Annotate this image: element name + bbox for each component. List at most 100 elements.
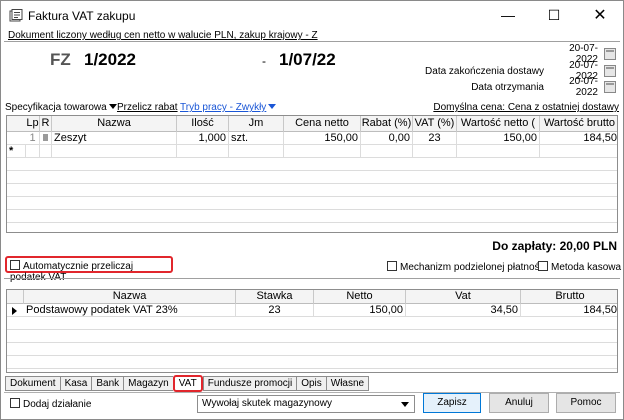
empty-cell[interactable] <box>229 145 284 158</box>
name-cell[interactable]: Zeszyt <box>52 132 177 145</box>
empty-cell[interactable] <box>26 145 40 158</box>
document-number-suffix[interactable]: 1/07/22 <box>279 50 336 70</box>
column-header[interactable]: Lp <box>26 116 40 132</box>
tab-dokument[interactable]: Dokument <box>5 376 60 391</box>
maximize-button[interactable]: ☐ <box>531 1 577 30</box>
gross-value-cell[interactable]: 184,50 <box>540 132 617 145</box>
vat-net-cell[interactable]: 150,00 <box>314 304 406 317</box>
work-mode-label: Tryb pracy - Zwykły <box>180 102 267 113</box>
close-button[interactable]: ✕ <box>577 1 623 30</box>
new-row[interactable]: * <box>7 145 617 158</box>
document-number[interactable]: 1/2022 <box>84 50 136 70</box>
header-spacer <box>7 116 26 132</box>
empty-cell[interactable] <box>52 145 177 158</box>
items-table[interactable]: Lp R Nazwa Ilość Jm Cena netto Rabat (%)… <box>6 115 618 233</box>
add-action-checkbox[interactable]: Dodaj działanie <box>10 398 91 410</box>
column-header[interactable]: Cena netto <box>284 116 361 132</box>
number-separator: - <box>262 54 266 68</box>
tab-wlasne[interactable]: Własne <box>325 376 370 391</box>
calendar-icon[interactable] <box>604 65 616 77</box>
add-action-label: Dodaj działanie <box>23 399 92 410</box>
vat-gross-cell[interactable]: 184,50 <box>521 304 617 317</box>
split-payment-checkbox[interactable]: Mechanizm podzielonej płatności <box>387 261 547 273</box>
spec-dropdown[interactable]: Specyfikacja towarowa <box>5 102 117 113</box>
empty-row <box>7 317 617 330</box>
column-header[interactable]: Brutto <box>521 290 617 304</box>
tab-opis[interactable]: Opis <box>296 376 326 391</box>
spec-dropdown-label: Specyfikacja towarowa <box>5 102 107 113</box>
column-header[interactable]: Ilość <box>177 116 229 132</box>
column-header[interactable]: Netto <box>314 290 406 304</box>
window-title: Faktura VAT zakupu <box>28 9 136 23</box>
quantity-cell[interactable]: 1,000 <box>177 132 229 145</box>
lp-cell: 1 <box>26 132 40 145</box>
split-payment-label: Mechanizm podzielonej płatności <box>400 262 547 273</box>
tab-magazyn[interactable]: Magazyn <box>123 376 173 391</box>
column-header[interactable]: Stawka <box>236 290 314 304</box>
checkbox-square[interactable] <box>10 260 20 270</box>
vat-table[interactable]: Nazwa Stawka Netto Vat Brutto Podstawowy… <box>6 289 618 373</box>
tab-kasa[interactable]: Kasa <box>59 376 92 391</box>
current-row-arrow-icon <box>12 307 17 315</box>
empty-cell[interactable] <box>177 145 229 158</box>
recalc-discount-link[interactable]: Przelicz rabat <box>117 102 178 113</box>
work-mode-dropdown[interactable]: Tryb pracy - Zwykły <box>180 102 277 113</box>
row-flag-cell <box>40 132 52 145</box>
checkbox-square[interactable] <box>538 261 548 271</box>
received-date-field[interactable]: 20-07-2022 <box>548 76 598 98</box>
cancel-button[interactable]: Anuluj <box>489 393 549 413</box>
column-header[interactable]: Jm <box>229 116 284 132</box>
minimize-button[interactable]: — <box>485 1 531 30</box>
amount-to-pay: Do zapłaty: 20,00 PLN <box>492 239 617 253</box>
column-header[interactable]: Nazwa <box>52 116 177 132</box>
default-price-link[interactable]: Domyślna cena: Cena z ostatniej dostawy <box>433 102 619 113</box>
auto-vat-label: Automatycznie przeliczaj podatek VAT <box>10 261 134 283</box>
empty-row <box>7 158 617 171</box>
net-price-cell[interactable]: 150,00 <box>284 132 361 145</box>
cash-method-label: Metoda kasowa <box>551 262 622 273</box>
column-header[interactable]: Wartość brutto <box>540 116 617 132</box>
vat-amount-cell[interactable]: 34,50 <box>406 304 521 317</box>
vat-rate-cell[interactable]: 23 <box>413 132 457 145</box>
column-header[interactable]: Wartość netto ( <box>457 116 540 132</box>
divider <box>4 278 620 279</box>
tab-bank[interactable]: Bank <box>91 376 124 391</box>
unit-cell[interactable]: szt. <box>229 132 284 145</box>
calendar-icon[interactable] <box>604 81 616 93</box>
empty-row <box>7 356 617 369</box>
table-row[interactable]: Podstawowy podatek VAT 23% 23 150,00 34,… <box>7 304 617 317</box>
save-button[interactable]: Zapisz <box>423 393 481 413</box>
table-row[interactable]: 1 Zeszyt 1,000 szt. 150,00 0,00 23 150,0… <box>7 132 617 145</box>
chevron-down-icon <box>268 104 277 109</box>
checkbox-square[interactable] <box>10 398 20 408</box>
column-header[interactable]: VAT (%) <box>413 116 457 132</box>
empty-cell[interactable] <box>457 145 540 158</box>
header-spacer <box>7 290 24 304</box>
empty-cell[interactable] <box>40 145 52 158</box>
vat-table-header: Nazwa Stawka Netto Vat Brutto <box>7 290 617 304</box>
document-type-label: FZ <box>50 50 71 69</box>
delivery-end-date-label: Data zakończenia dostawy <box>425 65 544 77</box>
cash-method-checkbox[interactable]: Metoda kasowa <box>538 261 621 273</box>
column-header[interactable]: R <box>40 116 52 132</box>
vat-rate-cell[interactable]: 23 <box>236 304 314 317</box>
discount-cell[interactable]: 0,00 <box>361 132 413 145</box>
tab-fundusze-promocji[interactable]: Fundusze promocji <box>202 376 297 391</box>
empty-cell[interactable] <box>540 145 617 158</box>
vat-name-cell[interactable]: Podstawowy podatek VAT 23% <box>24 304 236 317</box>
column-header[interactable]: Rabat (%) <box>361 116 413 132</box>
empty-cell[interactable] <box>284 145 361 158</box>
tab-vat[interactable]: VAT <box>172 375 203 392</box>
auto-vat-checkbox[interactable]: Automatycznie przeliczaj podatek VAT <box>5 256 173 283</box>
calendar-icon[interactable] <box>604 48 616 60</box>
column-header[interactable]: Vat <box>406 290 521 304</box>
empty-cell[interactable] <box>413 145 457 158</box>
row-marker-icon <box>43 134 48 141</box>
checkbox-square[interactable] <box>387 261 397 271</box>
document-description-link[interactable]: Dokument liczony według cen netto w walu… <box>8 30 318 41</box>
help-button[interactable]: Pomoc <box>556 393 616 413</box>
column-header[interactable]: Nazwa <box>24 290 236 304</box>
net-value-cell[interactable]: 150,00 <box>457 132 540 145</box>
empty-cell[interactable] <box>361 145 413 158</box>
warehouse-effect-select[interactable]: Wywołaj skutek magazynowy <box>197 395 415 413</box>
